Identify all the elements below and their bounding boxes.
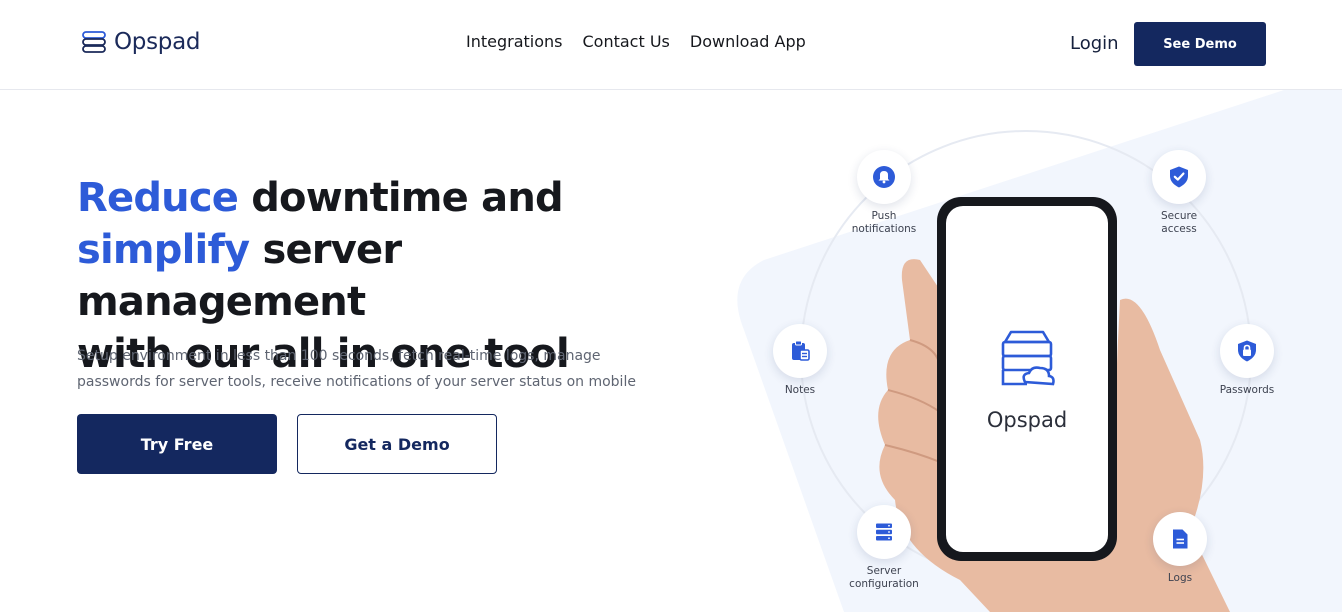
server-icon xyxy=(876,523,892,541)
login-link[interactable]: Login xyxy=(1070,33,1119,54)
feature-label-line1: Secure xyxy=(1160,210,1198,222)
feature-label: Passwords xyxy=(1219,384,1275,396)
lock-icon xyxy=(1238,340,1256,362)
nav-contact-us[interactable]: Contact Us xyxy=(583,32,670,51)
logo-text: Opspad xyxy=(114,29,201,55)
feature-label: Notes xyxy=(784,384,816,396)
nav-integrations[interactable]: Integrations xyxy=(466,32,563,51)
site-header: Opspad Integrations Contact Us Download … xyxy=(0,0,1342,90)
feature-label-line1: Server xyxy=(866,565,902,577)
feature-push-notifications: Push notifications xyxy=(834,150,934,236)
hero-subtitle-line1: Setup environment in less than 100 secon… xyxy=(77,348,601,364)
hero-title-part1: downtime and xyxy=(238,175,563,221)
feature-passwords: Passwords xyxy=(1197,324,1297,397)
feature-logs: Logs xyxy=(1130,512,1230,585)
hero-subtitle-line2: passwords for server tools, receive noti… xyxy=(77,374,636,390)
feature-secure-access: Secure access xyxy=(1129,150,1229,236)
feature-label-line2: configuration xyxy=(849,578,919,590)
feature-server-configuration: Server configuration xyxy=(834,505,934,591)
get-demo-button[interactable]: Get a Demo xyxy=(297,414,497,474)
see-demo-button[interactable]: See Demo xyxy=(1134,22,1266,66)
try-free-button[interactable]: Try Free xyxy=(77,414,277,474)
hero-subtitle: Setup environment in less than 100 secon… xyxy=(77,343,647,395)
shield-check-icon xyxy=(1170,166,1188,188)
feature-label-line2: access xyxy=(1161,223,1197,235)
feature-label-line1: Push xyxy=(871,210,897,222)
hero-title-accent-simplify: simplify xyxy=(77,227,250,273)
server-cloud-logo-icon xyxy=(1001,330,1055,386)
feature-notes: Notes xyxy=(750,324,850,397)
server-stack-logo-icon xyxy=(82,31,106,53)
bell-icon xyxy=(873,166,895,188)
clipboard-icon xyxy=(792,340,810,361)
logo[interactable]: Opspad xyxy=(80,28,200,56)
hero-title-accent-reduce: Reduce xyxy=(77,175,239,221)
feature-label: Logs xyxy=(1167,572,1193,584)
feature-label-line2: notifications xyxy=(851,223,917,235)
phone-brand-name: Opspad xyxy=(986,408,1068,432)
main-nav: Integrations Contact Us Download App xyxy=(466,32,806,51)
nav-download-app[interactable]: Download App xyxy=(690,32,806,51)
document-icon xyxy=(1173,529,1188,549)
